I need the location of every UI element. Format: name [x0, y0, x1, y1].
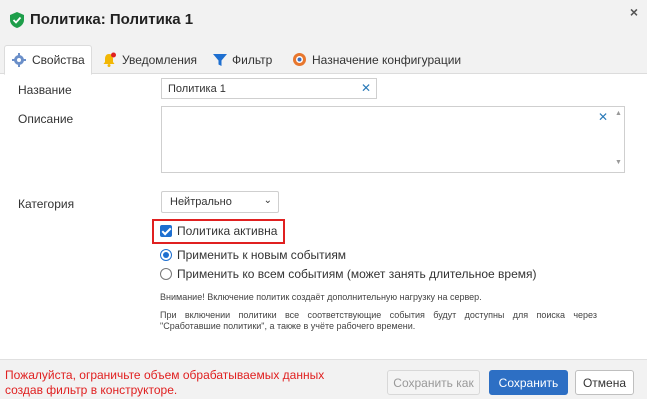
category-select[interactable]: Нейтрально ⌄ — [161, 191, 279, 213]
tab-config-assignment-label: Назначение конфигурации — [312, 52, 462, 67]
shield-check-icon — [10, 12, 24, 28]
tab-filter[interactable]: Фильтр — [207, 45, 278, 74]
description-label: Описание — [18, 112, 74, 126]
category-label: Категория — [18, 197, 75, 211]
clear-description-icon[interactable]: ✕ — [598, 111, 608, 123]
close-icon[interactable]: × — [627, 5, 641, 19]
scroll-up-icon[interactable]: ▲ — [615, 110, 622, 117]
name-label: Название — [18, 83, 72, 97]
gear-users-icon — [12, 53, 26, 67]
tab-bar: Свойства Уведомления Фильтр Назначение к… — [0, 40, 647, 75]
bell-icon — [103, 52, 116, 67]
dialog-footer: Пожалуйста, ограничьте объем обрабатывае… — [0, 359, 647, 399]
save-as-button[interactable]: Сохранить как — [387, 370, 480, 395]
description-textarea[interactable] — [161, 106, 625, 173]
dialog-titlebar: Политика: Политика 1 × — [0, 0, 647, 40]
category-select-value: Нейтрально — [170, 196, 232, 208]
tab-filter-label: Фильтр — [232, 52, 273, 67]
tab-properties-label: Свойства — [32, 53, 85, 67]
apply-new-radio[interactable] — [160, 249, 172, 261]
tab-notifications-label: Уведомления — [122, 52, 198, 67]
active-checkbox-label: Политика активна — [177, 224, 278, 238]
chevron-down-icon: ⌄ — [263, 195, 272, 206]
apply-new-label: Применить к новым событиям — [177, 248, 347, 262]
tab-notifications[interactable]: Уведомления — [96, 45, 203, 74]
info-note: При включении политики все соответствующ… — [160, 310, 597, 331]
apply-all-radio[interactable] — [160, 268, 172, 280]
apply-all-label: Применить ко всем событиям (может занять… — [177, 267, 537, 281]
tab-properties[interactable]: Свойства — [4, 45, 92, 75]
footer-warning: Пожалуйста, ограничьте объем обрабатывае… — [5, 368, 325, 397]
clear-name-icon[interactable]: ✕ — [361, 82, 371, 94]
dialog-title: Политика: Политика 1 — [30, 11, 194, 28]
config-icon — [293, 53, 306, 66]
warning-note: Внимание! Включение политик создаёт допо… — [160, 292, 482, 302]
scroll-down-icon[interactable]: ▼ — [615, 159, 622, 166]
cancel-button[interactable]: Отмена — [575, 370, 634, 395]
filter-icon — [213, 53, 227, 66]
save-button[interactable]: Сохранить — [489, 370, 568, 395]
tab-config-assignment[interactable]: Назначение конфигурации — [286, 45, 467, 74]
active-checkbox[interactable] — [160, 225, 172, 237]
name-input[interactable] — [161, 78, 377, 99]
